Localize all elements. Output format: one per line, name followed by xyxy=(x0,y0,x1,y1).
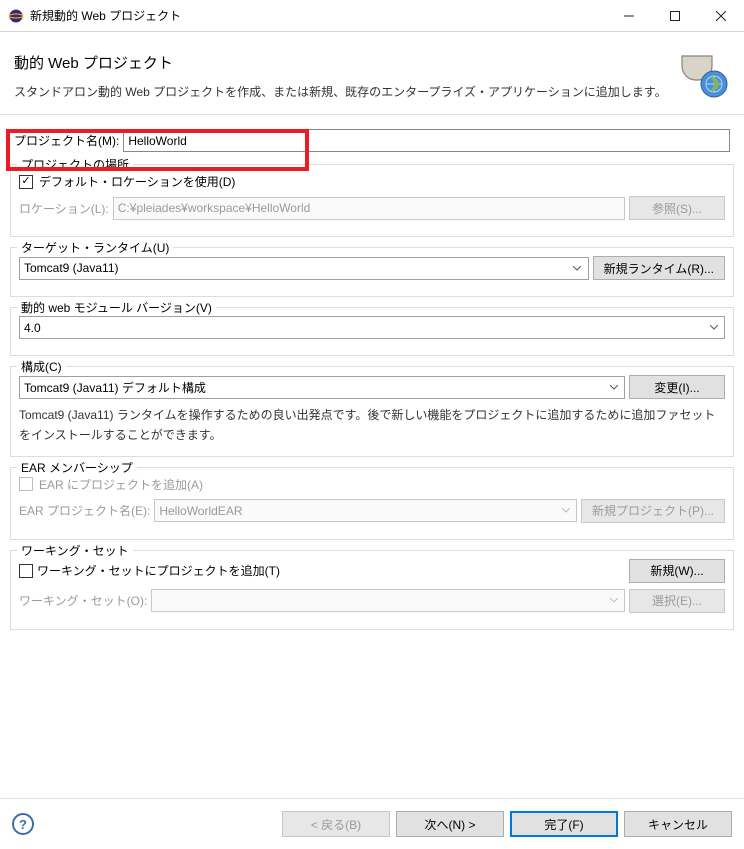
wizard-banner-icon xyxy=(674,48,730,104)
ear-membership-group: EAR メンバーシップ EAR にプロジェクトを追加(A) EAR プロジェクト… xyxy=(10,467,734,540)
project-name-input[interactable] xyxy=(123,129,730,152)
minimize-button[interactable] xyxy=(606,0,652,32)
configuration-legend: 構成(C) xyxy=(17,358,66,375)
working-set-select xyxy=(151,589,625,612)
configuration-select[interactable]: Tomcat9 (Java11) デフォルト構成 xyxy=(19,376,625,399)
titlebar: 新規動的 Web プロジェクト xyxy=(0,0,744,32)
chevron-down-icon xyxy=(557,501,574,520)
new-working-set-button[interactable]: 新規(W)... xyxy=(629,559,725,583)
ear-membership-legend: EAR メンバーシップ xyxy=(17,459,137,476)
close-button[interactable] xyxy=(698,0,744,32)
next-button[interactable]: 次へ(N) > xyxy=(396,811,504,837)
configuration-group: 構成(C) Tomcat9 (Java11) デフォルト構成 変更(I)... … xyxy=(10,366,734,457)
project-location-legend: プロジェクトの場所 xyxy=(17,156,133,173)
working-set-legend: ワーキング・セット xyxy=(17,542,133,559)
header-title: 動的 Web プロジェクト xyxy=(14,52,674,73)
target-runtime-select[interactable]: Tomcat9 (Java11) xyxy=(19,257,589,280)
target-runtime-group: ターゲット・ランタイム(U) Tomcat9 (Java11) 新規ランタイム(… xyxy=(10,247,734,297)
add-to-ear-label: EAR にプロジェクトを追加(A) xyxy=(39,476,203,493)
select-working-set-button: 選択(E)... xyxy=(629,589,725,613)
use-default-location-checkbox[interactable]: ✓ xyxy=(19,175,33,189)
module-version-legend: 動的 web モジュール バージョン(V) xyxy=(17,299,216,316)
project-location-group: プロジェクトの場所 ✓ デフォルト・ロケーションを使用(D) ロケーション(L)… xyxy=(10,164,734,237)
target-runtime-value: Tomcat9 (Java11) xyxy=(24,261,118,275)
help-icon[interactable]: ? xyxy=(12,813,34,835)
window-title: 新規動的 Web プロジェクト xyxy=(30,7,606,24)
browse-button: 参照(S)... xyxy=(629,196,725,220)
working-set-label: ワーキング・セット(O): xyxy=(19,592,147,609)
ear-project-name-select: HelloWorldEAR xyxy=(154,499,577,522)
add-to-working-set-label: ワーキング・セットにプロジェクトを追加(T) xyxy=(37,562,625,579)
module-version-group: 動的 web モジュール バージョン(V) 4.0 xyxy=(10,307,734,356)
chevron-down-icon xyxy=(705,318,722,337)
configuration-value: Tomcat9 (Java11) デフォルト構成 xyxy=(24,379,206,396)
add-to-ear-checkbox[interactable] xyxy=(19,477,33,491)
eclipse-icon xyxy=(8,8,24,24)
change-config-button[interactable]: 変更(I)... xyxy=(629,375,725,399)
project-name-label: プロジェクト名(M): xyxy=(14,132,119,149)
chevron-down-icon xyxy=(605,378,622,397)
location-input xyxy=(113,197,625,220)
ear-project-name-label: EAR プロジェクト名(E): xyxy=(19,502,150,519)
ear-project-name-value: HelloWorldEAR xyxy=(159,504,242,518)
module-version-select[interactable]: 4.0 xyxy=(19,316,725,339)
configuration-description: Tomcat9 (Java11) ランタイムを操作するための良い出発点です。後で… xyxy=(19,405,725,446)
new-runtime-button[interactable]: 新規ランタイム(R)... xyxy=(593,256,725,280)
header-description: スタンドアロン動的 Web プロジェクトを作成、または新規、既存のエンタープライ… xyxy=(14,83,674,100)
module-version-value: 4.0 xyxy=(24,321,41,335)
wizard-header: 動的 Web プロジェクト スタンドアロン動的 Web プロジェクトを作成、また… xyxy=(0,32,744,115)
maximize-button[interactable] xyxy=(652,0,698,32)
wizard-footer: ? < 戻る(B) 次へ(N) > 完了(F) キャンセル xyxy=(0,798,744,849)
target-runtime-legend: ターゲット・ランタイム(U) xyxy=(17,239,173,256)
chevron-down-icon xyxy=(605,591,622,610)
finish-button[interactable]: 完了(F) xyxy=(510,811,618,837)
use-default-location-label: デフォルト・ロケーションを使用(D) xyxy=(39,173,235,190)
location-label: ロケーション(L): xyxy=(19,200,109,217)
chevron-down-icon xyxy=(569,259,586,278)
add-to-working-set-checkbox[interactable] xyxy=(19,564,33,578)
back-button: < 戻る(B) xyxy=(282,811,390,837)
new-ear-project-button: 新規プロジェクト(P)... xyxy=(581,499,725,523)
cancel-button[interactable]: キャンセル xyxy=(624,811,732,837)
working-set-group: ワーキング・セット ワーキング・セットにプロジェクトを追加(T) 新規(W)..… xyxy=(10,550,734,630)
